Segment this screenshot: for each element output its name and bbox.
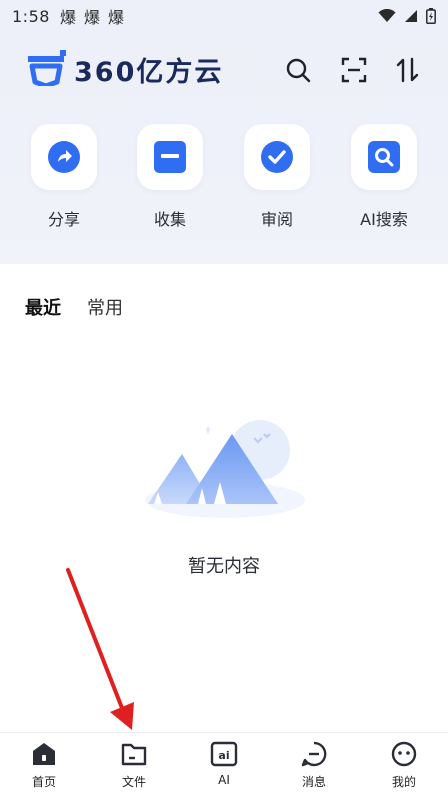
nav-profile[interactable]: 我的 [369, 741, 439, 790]
battery-icon [426, 8, 436, 24]
nav-messages[interactable]: 消息 [279, 741, 349, 790]
notification-glyph: 爆 [59, 8, 76, 27]
status-time: 1:58 [12, 6, 50, 26]
quick-tile [244, 124, 310, 190]
nav-label: AI [218, 773, 230, 787]
quick-action-collect[interactable]: 收集 [125, 124, 215, 230]
empty-state-text: 暂无内容 [188, 556, 260, 577]
quick-tile [137, 124, 203, 190]
file-icon [121, 743, 147, 766]
status-system-icons [378, 8, 436, 24]
signal-icon [405, 10, 417, 22]
ai-icon: ai [210, 741, 238, 767]
nav-home[interactable]: 首页 [9, 741, 79, 790]
app-header: 360亿方云 [0, 44, 448, 96]
quick-action-ai-search[interactable]: AI搜索 [339, 124, 429, 230]
bottom-navigation: 首页 文件 ai AI 消息 我的 [0, 732, 448, 796]
quick-actions: 分享 收集 审阅 AI搜索 [0, 124, 448, 234]
home-icon [33, 743, 55, 765]
nav-label: 消息 [301, 775, 326, 789]
svg-text:ai: ai [218, 749, 229, 762]
nav-label: 我的 [391, 775, 416, 789]
tab-recent[interactable]: 最近 [25, 294, 61, 320]
search-icon [286, 58, 311, 83]
quick-action-label: 收集 [153, 210, 186, 229]
status-notifications: 爆 爆 爆 [60, 4, 124, 28]
quick-tile [31, 124, 97, 190]
logo-icon [28, 50, 66, 86]
notification-glyph: 爆 [107, 8, 124, 27]
tab-frequent[interactable]: 常用 [87, 294, 123, 320]
sort-icon [396, 57, 419, 83]
ai-search-icon [368, 141, 400, 173]
search-button[interactable] [284, 56, 312, 84]
scan-icon [341, 57, 367, 83]
empty-state-illustration-icon [145, 420, 305, 518]
nav-ai[interactable]: ai AI [189, 741, 259, 787]
content-tabs: 最近 常用 [25, 294, 123, 320]
review-icon [261, 141, 293, 173]
nav-file[interactable]: 文件 [99, 741, 169, 790]
share-icon [48, 141, 80, 173]
brand-name: 360亿方云 [74, 57, 224, 88]
message-icon [301, 741, 327, 767]
quick-action-label: 分享 [47, 210, 80, 229]
sort-button[interactable] [394, 56, 422, 84]
profile-icon [391, 741, 417, 767]
quick-action-share[interactable]: 分享 [19, 124, 109, 230]
status-bar: 1:58 爆 爆 爆 [0, 0, 448, 32]
quick-action-label: 审阅 [260, 210, 293, 229]
notification-glyph: 爆 [83, 8, 100, 27]
quick-action-label: AI搜索 [360, 210, 408, 229]
quick-tile [351, 124, 417, 190]
nav-label: 首页 [31, 775, 56, 789]
scan-button[interactable] [340, 56, 368, 84]
collect-icon [154, 141, 186, 173]
nav-label: 文件 [121, 775, 146, 789]
quick-action-review[interactable]: 审阅 [232, 124, 322, 230]
wifi-icon [378, 9, 396, 22]
